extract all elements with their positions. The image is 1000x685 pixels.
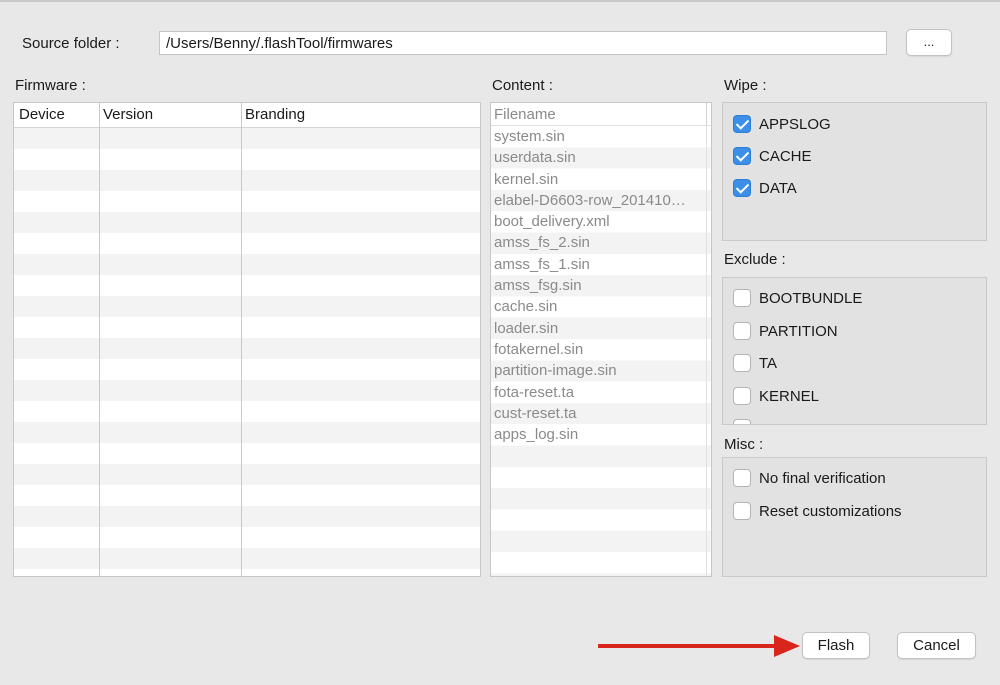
content-file-row[interactable]: amss_fs_2.sin bbox=[491, 232, 696, 253]
checkbox-label: BOOTBUNDLE bbox=[759, 289, 863, 307]
exclude-group[interactable]: BOOTBUNDLE PARTITION TA KERNEL bbox=[722, 277, 987, 425]
exclude-ta-checkbox[interactable]: TA bbox=[733, 352, 777, 374]
misc-label: Misc : bbox=[724, 436, 764, 453]
column-divider[interactable] bbox=[241, 103, 242, 576]
column-device[interactable]: Device bbox=[19, 106, 65, 123]
content-file-row[interactable]: elabel-D6603-row_201410… bbox=[491, 190, 696, 211]
checkbox-icon[interactable] bbox=[733, 354, 751, 372]
checkbox-icon[interactable] bbox=[733, 322, 751, 340]
content-file-row[interactable]: cust-reset.ta bbox=[491, 403, 696, 424]
checkbox-label: CACHE bbox=[759, 147, 812, 165]
exclude-partition-checkbox[interactable]: PARTITION bbox=[733, 320, 838, 342]
column-divider bbox=[706, 103, 707, 126]
content-file-row[interactable]: cache.sin bbox=[491, 296, 696, 317]
content-file-row[interactable]: userdata.sin bbox=[491, 147, 696, 168]
checkbox-label: KERNEL bbox=[759, 387, 820, 405]
wipe-group: APPSLOG CACHE DATA bbox=[722, 102, 987, 241]
content-table[interactable]: Filename system.sin userdata.sin kernel.si… bbox=[490, 102, 712, 577]
exclude-label: Exclude : bbox=[724, 251, 786, 268]
exclude-next-checkbox-partial[interactable] bbox=[733, 417, 751, 424]
checkbox-label: DATA bbox=[759, 179, 797, 197]
content-file-row[interactable]: fota-reset.ta bbox=[491, 382, 696, 403]
firmware-label: Firmware : bbox=[15, 77, 86, 94]
column-branding[interactable]: Branding bbox=[245, 106, 305, 123]
cancel-button[interactable]: Cancel bbox=[897, 632, 976, 659]
wipe-label: Wipe : bbox=[724, 77, 767, 94]
content-file-row[interactable]: amss_fsg.sin bbox=[491, 275, 696, 296]
column-version[interactable]: Version bbox=[103, 106, 153, 123]
window-top-border bbox=[0, 0, 1000, 2]
misc-group: No final verification Reset customizatio… bbox=[722, 457, 987, 577]
wipe-appslog-checkbox[interactable]: APPSLOG bbox=[733, 113, 831, 135]
content-file-row[interactable]: fotakernel.sin bbox=[491, 339, 696, 360]
content-file-row[interactable]: amss_fs_1.sin bbox=[491, 254, 696, 275]
no-final-verification-checkbox[interactable]: No final verification bbox=[733, 467, 886, 489]
checkbox-icon[interactable] bbox=[733, 387, 751, 405]
checkbox-label: No final verification bbox=[759, 469, 886, 487]
content-file-row[interactable]: apps_log.sin bbox=[491, 424, 696, 445]
filename-column-header[interactable]: Filename bbox=[491, 103, 711, 126]
content-file-row[interactable]: loader.sin bbox=[491, 318, 696, 339]
exclude-kernel-checkbox[interactable]: KERNEL bbox=[733, 385, 819, 407]
checkbox-icon[interactable] bbox=[733, 179, 751, 197]
flash-button[interactable]: Flash bbox=[802, 632, 870, 659]
firmware-table-header: Device Version Branding bbox=[14, 103, 480, 128]
content-file-list[interactable]: system.sin userdata.sin kernel.sin elabel-D… bbox=[491, 126, 711, 576]
wipe-cache-checkbox[interactable]: CACHE bbox=[733, 145, 812, 167]
reset-customizations-checkbox[interactable]: Reset customizations bbox=[733, 500, 902, 522]
checkbox-label: Reset customizations bbox=[759, 502, 902, 520]
checkbox-label: PARTITION bbox=[759, 322, 838, 340]
firmware-table[interactable]: Device Version Branding bbox=[13, 102, 481, 577]
checkbox-icon[interactable] bbox=[733, 419, 751, 424]
browse-button[interactable]: ... bbox=[906, 29, 952, 56]
column-divider bbox=[706, 126, 707, 576]
checkbox-icon[interactable] bbox=[733, 289, 751, 307]
exclude-bootbundle-checkbox[interactable]: BOOTBUNDLE bbox=[733, 287, 862, 309]
checkbox-icon[interactable] bbox=[733, 502, 751, 520]
source-folder-label: Source folder : bbox=[22, 35, 120, 52]
content-label: Content : bbox=[492, 77, 553, 94]
wipe-data-checkbox[interactable]: DATA bbox=[733, 177, 797, 199]
content-file-row[interactable]: partition-image.sin bbox=[491, 360, 696, 381]
content-file-row[interactable]: system.sin bbox=[491, 126, 696, 147]
checkbox-icon[interactable] bbox=[733, 115, 751, 133]
checkbox-icon[interactable] bbox=[733, 469, 751, 487]
checkbox-label: APPSLOG bbox=[759, 115, 831, 133]
source-folder-input[interactable]: /Users/Benny/.flashTool/firmwares bbox=[159, 31, 887, 55]
checkbox-label: TA bbox=[759, 354, 778, 372]
column-divider[interactable] bbox=[99, 103, 100, 576]
content-file-row[interactable]: boot_delivery.xml bbox=[491, 211, 696, 232]
red-arrow-icon bbox=[598, 634, 800, 662]
checkbox-icon[interactable] bbox=[733, 147, 751, 165]
content-file-row[interactable]: kernel.sin bbox=[491, 169, 696, 190]
firmware-table-rows[interactable] bbox=[14, 128, 480, 576]
